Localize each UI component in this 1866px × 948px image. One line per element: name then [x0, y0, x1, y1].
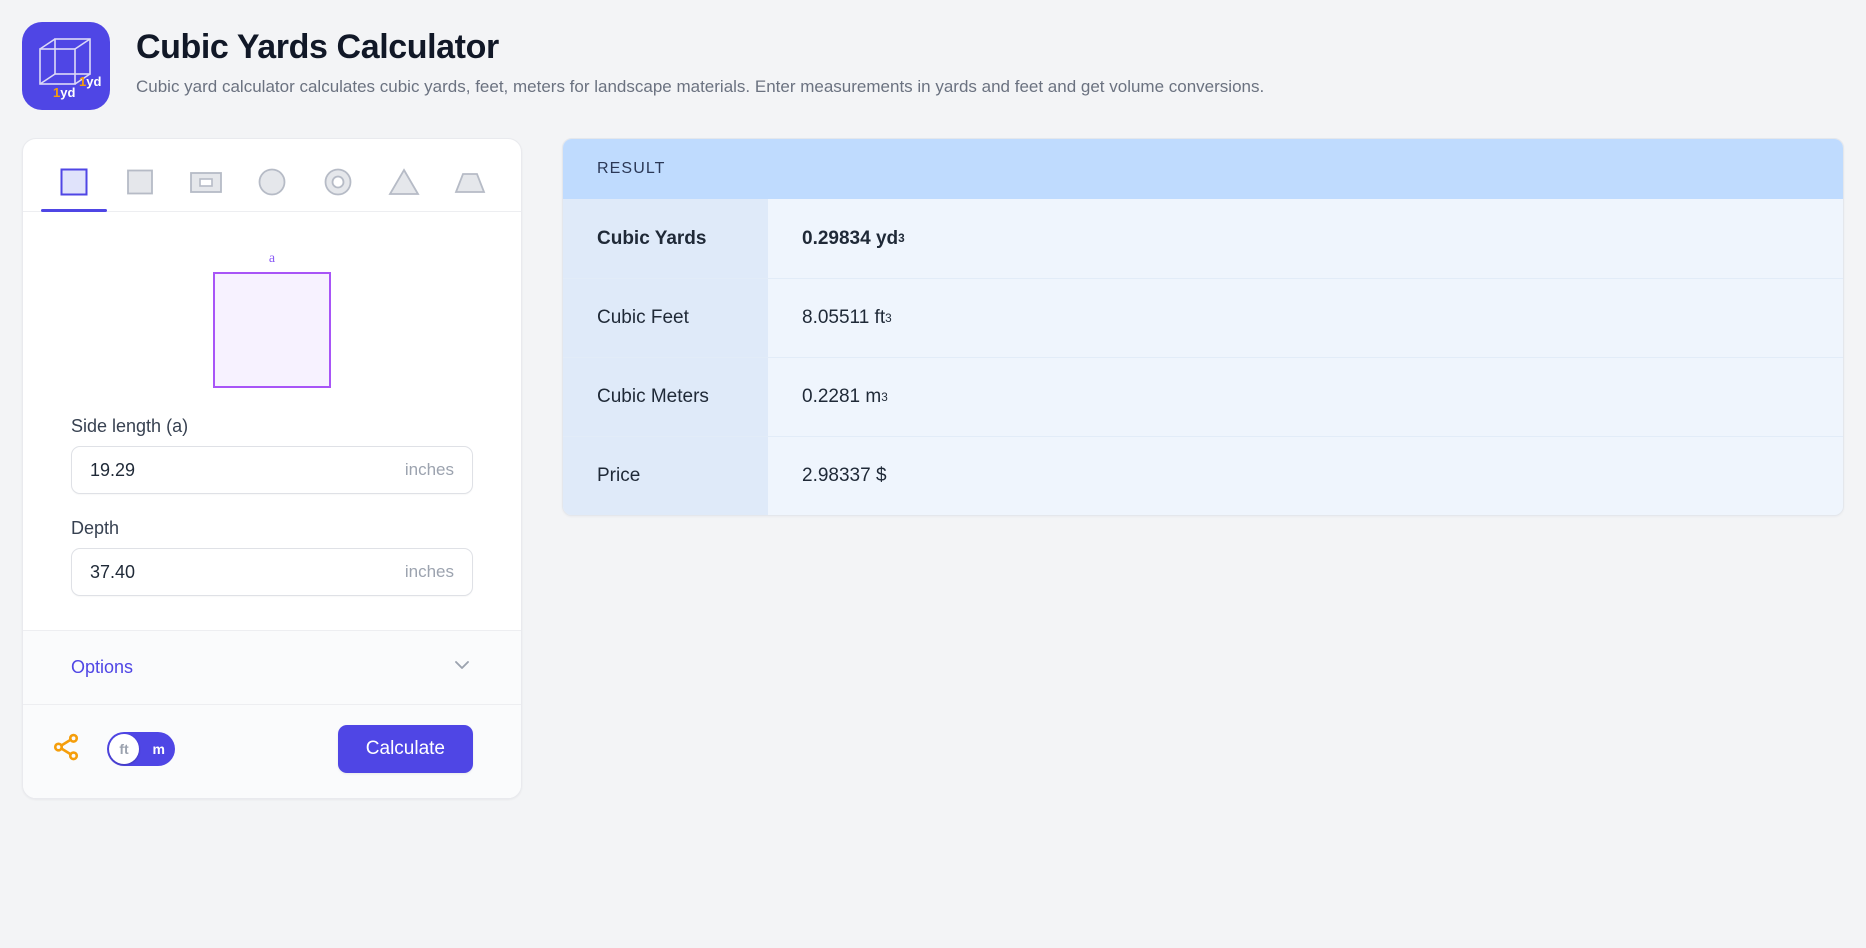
result-row-label: Cubic Feet: [563, 279, 768, 357]
triangle-shape-icon: [388, 167, 420, 197]
result-panel: RESULT Cubic Yards0.29834 yd3Cubic Feet8…: [562, 138, 1844, 516]
result-row: Cubic Meters0.2281 m3: [563, 357, 1843, 436]
side-length-unit: inches: [395, 460, 454, 480]
tab-shape-rectangle[interactable]: [107, 153, 173, 211]
depth-input-row[interactable]: inches: [71, 548, 473, 596]
side-length-input[interactable]: [90, 460, 395, 481]
side-length-label: Side length (a): [71, 416, 473, 437]
chevron-down-icon: [451, 654, 473, 681]
shape-diagram: a: [23, 212, 521, 412]
result-row-label: Cubic Yards: [563, 199, 768, 278]
result-row: Price2.98337 $: [563, 436, 1843, 515]
result-row-value: 8.05511 ft3: [768, 279, 1843, 357]
main-content: a Side length (a) inches Depth inches Op…: [0, 110, 1866, 799]
square-shape-icon: [59, 167, 89, 197]
rectangle-border-shape-icon: [189, 167, 223, 197]
result-row-value: 0.2281 m3: [768, 358, 1843, 436]
tab-shape-trapezoid[interactable]: [437, 153, 503, 211]
depth-input[interactable]: [90, 562, 395, 583]
tab-shape-annulus[interactable]: [305, 153, 371, 211]
app-header: 1yd 1yd Cubic Yards Calculator Cubic yar…: [0, 0, 1866, 110]
result-row-value: 0.29834 yd3: [768, 199, 1843, 278]
result-row: Cubic Feet8.05511 ft3: [563, 278, 1843, 357]
diagram-square: [213, 272, 331, 388]
cube-logo-icon: 1yd 1yd: [22, 22, 110, 110]
result-row: Cubic Yards0.29834 yd3: [563, 199, 1843, 278]
options-label: Options: [71, 657, 133, 678]
side-length-input-row[interactable]: inches: [71, 446, 473, 494]
page-subtitle: Cubic yard calculator calculates cubic y…: [136, 76, 1264, 98]
calculator-actions: m ft Calculate: [23, 704, 521, 798]
depth-label: Depth: [71, 518, 473, 539]
page-root: 1yd 1yd Cubic Yards Calculator Cubic yar…: [0, 0, 1866, 948]
circle-shape-icon: [257, 167, 287, 197]
svg-text:1yd: 1yd: [79, 74, 101, 89]
calculate-button[interactable]: Calculate: [338, 725, 473, 773]
result-row-label: Price: [563, 437, 768, 515]
svg-text:1yd: 1yd: [53, 85, 75, 100]
tab-shape-square[interactable]: [41, 153, 107, 211]
trapezoid-shape-icon: [453, 167, 487, 197]
diagram-side-label: a: [213, 251, 331, 267]
annulus-shape-icon: [323, 167, 353, 197]
calculator-card: a Side length (a) inches Depth inches Op…: [22, 138, 522, 799]
share-icon[interactable]: [51, 732, 81, 767]
unit-system-toggle[interactable]: m ft: [107, 732, 175, 766]
tab-shape-triangle[interactable]: [371, 153, 437, 211]
tab-shape-circle[interactable]: [239, 153, 305, 211]
result-row-label: Cubic Meters: [563, 358, 768, 436]
shape-tab-bar: [23, 139, 521, 212]
tab-shape-border[interactable]: [173, 153, 239, 211]
result-rows: Cubic Yards0.29834 yd3Cubic Feet8.05511 …: [563, 199, 1843, 515]
unit-toggle-inactive-label: m: [153, 741, 165, 757]
result-row-value: 2.98337 $: [768, 437, 1843, 515]
header-text-block: Cubic Yards Calculator Cubic yard calcul…: [136, 22, 1264, 98]
options-toggle[interactable]: Options: [23, 630, 521, 704]
filled-square-shape-icon: [125, 167, 155, 197]
page-title: Cubic Yards Calculator: [136, 28, 1264, 67]
input-fields: Side length (a) inches Depth inches: [23, 412, 521, 630]
depth-unit: inches: [395, 562, 454, 582]
result-heading: RESULT: [563, 139, 1843, 199]
unit-toggle-active-label: ft: [109, 734, 139, 764]
